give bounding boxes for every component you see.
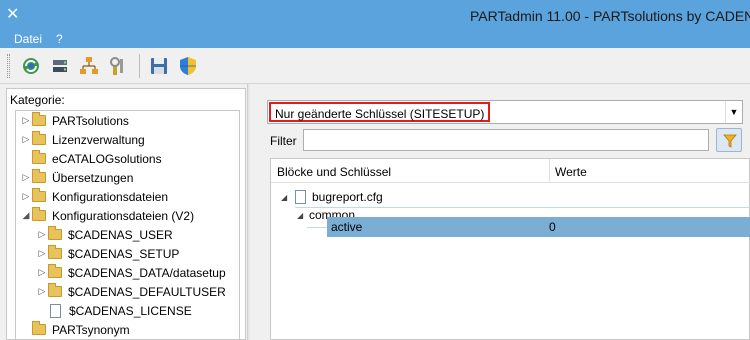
tree-item-label: Konfigurationsdateien (V2) xyxy=(52,208,195,223)
filter-label: Filter xyxy=(270,134,297,148)
key-value-grid: Blöcke und Schlüssel Werte ◢ bugreport.c… xyxy=(270,158,750,340)
tree-item[interactable]: ▷ $CADENAS_SETUP xyxy=(36,244,179,263)
save-icon[interactable] xyxy=(148,55,170,77)
expand-arrow-icon[interactable]: ▷ xyxy=(36,229,48,240)
tree-item-label: $CADENAS_DEFAULTUSER xyxy=(68,284,226,299)
folder-icon xyxy=(32,131,46,145)
shield-icon[interactable] xyxy=(177,55,199,77)
tools-icon[interactable] xyxy=(107,55,129,77)
file-icon xyxy=(50,303,61,318)
expand-arrow-icon[interactable]: ▷ xyxy=(20,172,32,183)
tree-item[interactable]: eCATALOGsolutions xyxy=(20,149,162,168)
collapse-arrow-icon[interactable]: ◢ xyxy=(281,193,293,202)
expand-arrow-icon[interactable]: ▷ xyxy=(20,134,32,145)
dropdown-selected-value: Nur geänderte Schlüssel (SITESETUP) xyxy=(269,102,491,122)
collapse-arrow-icon[interactable]: ◢ xyxy=(297,211,309,220)
title-bar: ✕ PARTadmin 11.00 - PARTsolutions by CAD… xyxy=(0,0,750,31)
expand-arrow-icon[interactable]: ▷ xyxy=(20,191,32,202)
row-key: bugreport.cfg xyxy=(312,190,383,204)
expand-arrow-icon[interactable]: ▷ xyxy=(36,286,48,297)
folder-open-icon xyxy=(32,207,46,221)
folder-icon xyxy=(32,321,46,335)
menu-help[interactable]: ? xyxy=(56,32,63,46)
tree-item-label: $CADENAS_LICENSE xyxy=(69,303,192,318)
filter-button[interactable] xyxy=(716,128,742,152)
network-icon[interactable] xyxy=(78,55,100,77)
folder-icon xyxy=(32,188,46,202)
category-label: Kategorie: xyxy=(10,93,65,107)
tree-item-label: $CADENAS_DATA/datasetup xyxy=(68,265,226,280)
key-filter-dropdown[interactable]: Nur geänderte Schlüssel (SITESETUP) ▼ xyxy=(267,100,743,124)
column-header-values[interactable]: Werte xyxy=(555,165,587,179)
expand-arrow-icon[interactable]: ▷ xyxy=(36,267,48,278)
column-divider[interactable] xyxy=(549,159,550,183)
window-title: PARTadmin 11.00 - PARTsolutions by CADEN… xyxy=(470,8,750,24)
chevron-down-icon[interactable]: ▼ xyxy=(725,101,742,123)
grid-row-selected[interactable]: active 0 xyxy=(327,217,750,237)
folder-icon xyxy=(48,264,62,278)
tree-item-label: eCATALOGsolutions xyxy=(52,151,162,166)
filter-input[interactable] xyxy=(303,129,709,151)
file-icon xyxy=(295,190,306,204)
tree-item-label: $CADENAS_SETUP xyxy=(68,246,180,261)
tree-item-label: $CADENAS_USER xyxy=(68,227,173,242)
menu-bar: Datei ? xyxy=(0,31,750,48)
category-tree: ▷ PARTsolutions ▷ Lizenzverwaltung eCATA… xyxy=(15,110,240,340)
tree-item[interactable]: ▷ Konfigurationsdateien xyxy=(20,187,168,206)
folder-icon xyxy=(32,169,46,183)
tree-item[interactable]: PARTsynonym xyxy=(20,320,130,339)
folder-icon xyxy=(48,283,62,297)
grid-row[interactable]: ◢ bugreport.cfg xyxy=(281,187,581,207)
tree-item[interactable]: ▷ Übersetzungen xyxy=(20,168,133,187)
toolbar-separator xyxy=(139,54,140,78)
grid-header: Blöcke und Schlüssel Werte xyxy=(271,159,750,183)
tree-item-label: Lizenzverwaltung xyxy=(52,132,145,147)
menu-datei[interactable]: Datei xyxy=(14,32,42,46)
funnel-icon xyxy=(723,134,737,148)
folder-icon xyxy=(48,245,62,259)
tree-item[interactable]: ▷ $CADENAS_USER xyxy=(36,225,173,244)
toolbar-grip[interactable] xyxy=(7,54,10,78)
toolbar xyxy=(0,48,750,84)
tree-item-label: PARTsynonym xyxy=(52,322,130,337)
tree-item[interactable]: ▷ PARTsolutions xyxy=(20,111,129,130)
tree-item[interactable]: ▷ $CADENAS_DEFAULTUSER xyxy=(36,282,226,301)
server-icon[interactable] xyxy=(49,55,71,77)
folder-icon xyxy=(48,226,62,240)
tree-item-label: PARTsolutions xyxy=(52,113,129,128)
panel-splitter[interactable] xyxy=(247,84,250,340)
expand-arrow-icon[interactable]: ▷ xyxy=(20,115,32,126)
folder-icon xyxy=(32,150,46,164)
tree-item-label: Übersetzungen xyxy=(52,170,134,185)
row-key: active xyxy=(331,220,363,234)
tree-item[interactable]: ▷ $CADENAS_DATA/datasetup xyxy=(36,263,226,282)
column-header-keys[interactable]: Blöcke und Schlüssel xyxy=(277,165,391,179)
app-tools-icon[interactable]: ✕ xyxy=(6,6,24,24)
tree-item-label: Konfigurationsdateien xyxy=(52,189,169,204)
collapse-arrow-icon[interactable]: ◢ xyxy=(20,210,32,221)
expand-arrow-icon[interactable]: ▷ xyxy=(36,248,48,259)
refresh-icon[interactable] xyxy=(20,55,42,77)
tree-item[interactable]: ▷ Lizenzverwaltung xyxy=(20,130,145,149)
folder-icon xyxy=(32,112,46,126)
tree-item[interactable]: $CADENAS_LICENSE xyxy=(36,301,192,320)
row-value[interactable]: 0 xyxy=(549,220,556,234)
tree-item[interactable]: ◢ Konfigurationsdateien (V2) xyxy=(20,206,194,225)
